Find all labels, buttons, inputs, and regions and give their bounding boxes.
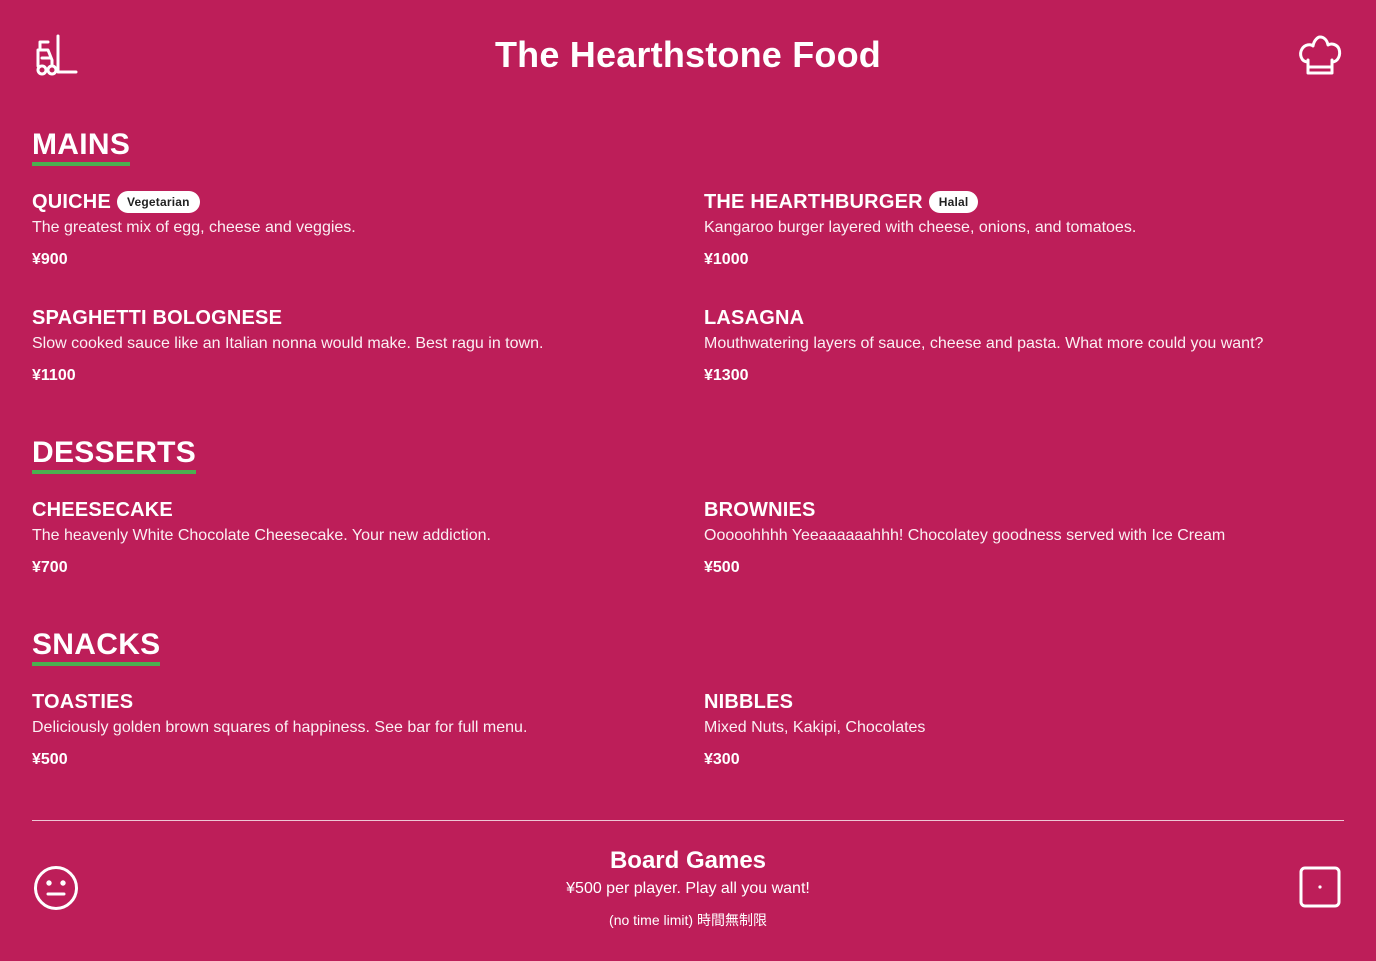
menu-item-price: ¥1100 <box>32 367 76 384</box>
menu-item: BROWNIES Ooooohhhh Yeeaaaaaahhh! Chocola… <box>704 498 1344 578</box>
menu-item-price: ¥500 <box>704 559 740 576</box>
section-mains: MAINS <box>32 128 1344 166</box>
dietary-badge: Halal <box>928 191 979 213</box>
menu-item-name: CHEESECAKE <box>32 498 672 522</box>
menu-item-price: ¥1300 <box>704 367 749 384</box>
menu-item: QUICHE Vegetarian The greatest mix of eg… <box>32 190 672 270</box>
menu-item-description: The greatest mix of egg, cheese and vegg… <box>32 219 356 236</box>
header: The Hearthstone Food <box>0 0 1376 112</box>
menu-item-name: QUICHE Vegetarian <box>32 190 672 214</box>
menu-item-name-text: BROWNIES <box>704 499 816 521</box>
menu-item-name: SPAGHETTI BOLOGNESE <box>32 306 672 330</box>
menu-item-price: ¥500 <box>32 751 68 768</box>
menu-item-price: ¥1000 <box>704 251 749 268</box>
footer-subtitle: ¥500 per player. Play all you want! <box>566 880 810 897</box>
menu-item-description: Deliciously golden brown squares of happ… <box>32 719 528 736</box>
menu-item-description: Slow cooked sauce like an Italian nonna … <box>32 335 544 352</box>
chef-hat-icon <box>1296 32 1344 78</box>
footer: Board Games ¥500 per player. Play all yo… <box>0 821 1376 961</box>
menu-item-name: THE HEARTHBURGER Halal <box>704 190 1344 214</box>
menu-item-description: Mouthwatering layers of sauce, cheese an… <box>704 335 1264 352</box>
section-title: MAINS <box>32 128 131 166</box>
menu-item: THE HEARTHBURGER Halal Kangaroo burger l… <box>704 190 1344 270</box>
footer-note: (no time limit) 時間無制限 <box>609 912 767 928</box>
menu-item-description: The heavenly White Chocolate Cheesecake.… <box>32 527 491 544</box>
menu-item-description: Ooooohhhh Yeeaaaaaahhh! Chocolatey goodn… <box>704 527 1226 544</box>
menu-item-name-text: CHEESECAKE <box>32 499 173 521</box>
menu-item-name-text: QUICHE <box>32 191 111 213</box>
footer-title: Board Games <box>609 847 767 874</box>
section-desserts: DESSERTS <box>32 436 1344 474</box>
menu-item-name-text: TOASTIES <box>32 691 134 713</box>
menu-item-price: ¥900 <box>32 251 68 268</box>
section-title: DESSERTS <box>32 436 197 474</box>
menu-item-price: ¥300 <box>704 751 740 768</box>
menu-item-description: Kangaroo burger layered with cheese, oni… <box>704 219 1137 236</box>
page-title: The Hearthstone Food <box>494 34 881 75</box>
menu-item-price: ¥700 <box>32 559 68 576</box>
menu-item-name-text: LASAGNA <box>704 307 805 329</box>
smiley-icon <box>32 864 80 912</box>
section-snacks: SNACKS <box>32 628 1344 666</box>
menu-item-name-text: SPAGHETTI BOLOGNESE <box>32 307 283 329</box>
menu-item-name-text: NIBBLES <box>704 691 794 713</box>
menu-item: CHEESECAKE The heavenly White Chocolate … <box>32 498 672 578</box>
menu-item: LASAGNA Mouthwatering layers of sauce, c… <box>704 306 1344 386</box>
menu-item-name-text: THE HEARTHBURGER <box>704 191 923 213</box>
menu-item: TOASTIES Deliciously golden brown square… <box>32 690 672 770</box>
menu-item-name: LASAGNA <box>704 306 1344 330</box>
menu-item-description: Mixed Nuts, Kakipi, Chocolates <box>704 719 926 736</box>
die-icon <box>1298 865 1342 909</box>
menu-item: NIBBLES Mixed Nuts, Kakipi, Chocolates ¥… <box>704 690 1344 770</box>
menu-item: SPAGHETTI BOLOGNESE Slow cooked sauce li… <box>32 306 672 386</box>
menu-item-name: TOASTIES <box>32 690 672 714</box>
section-title: SNACKS <box>32 628 161 666</box>
dietary-badge: Vegetarian <box>116 191 200 213</box>
menu-item-name: BROWNIES <box>704 498 1344 522</box>
menu-item-name: NIBBLES <box>704 690 1344 714</box>
